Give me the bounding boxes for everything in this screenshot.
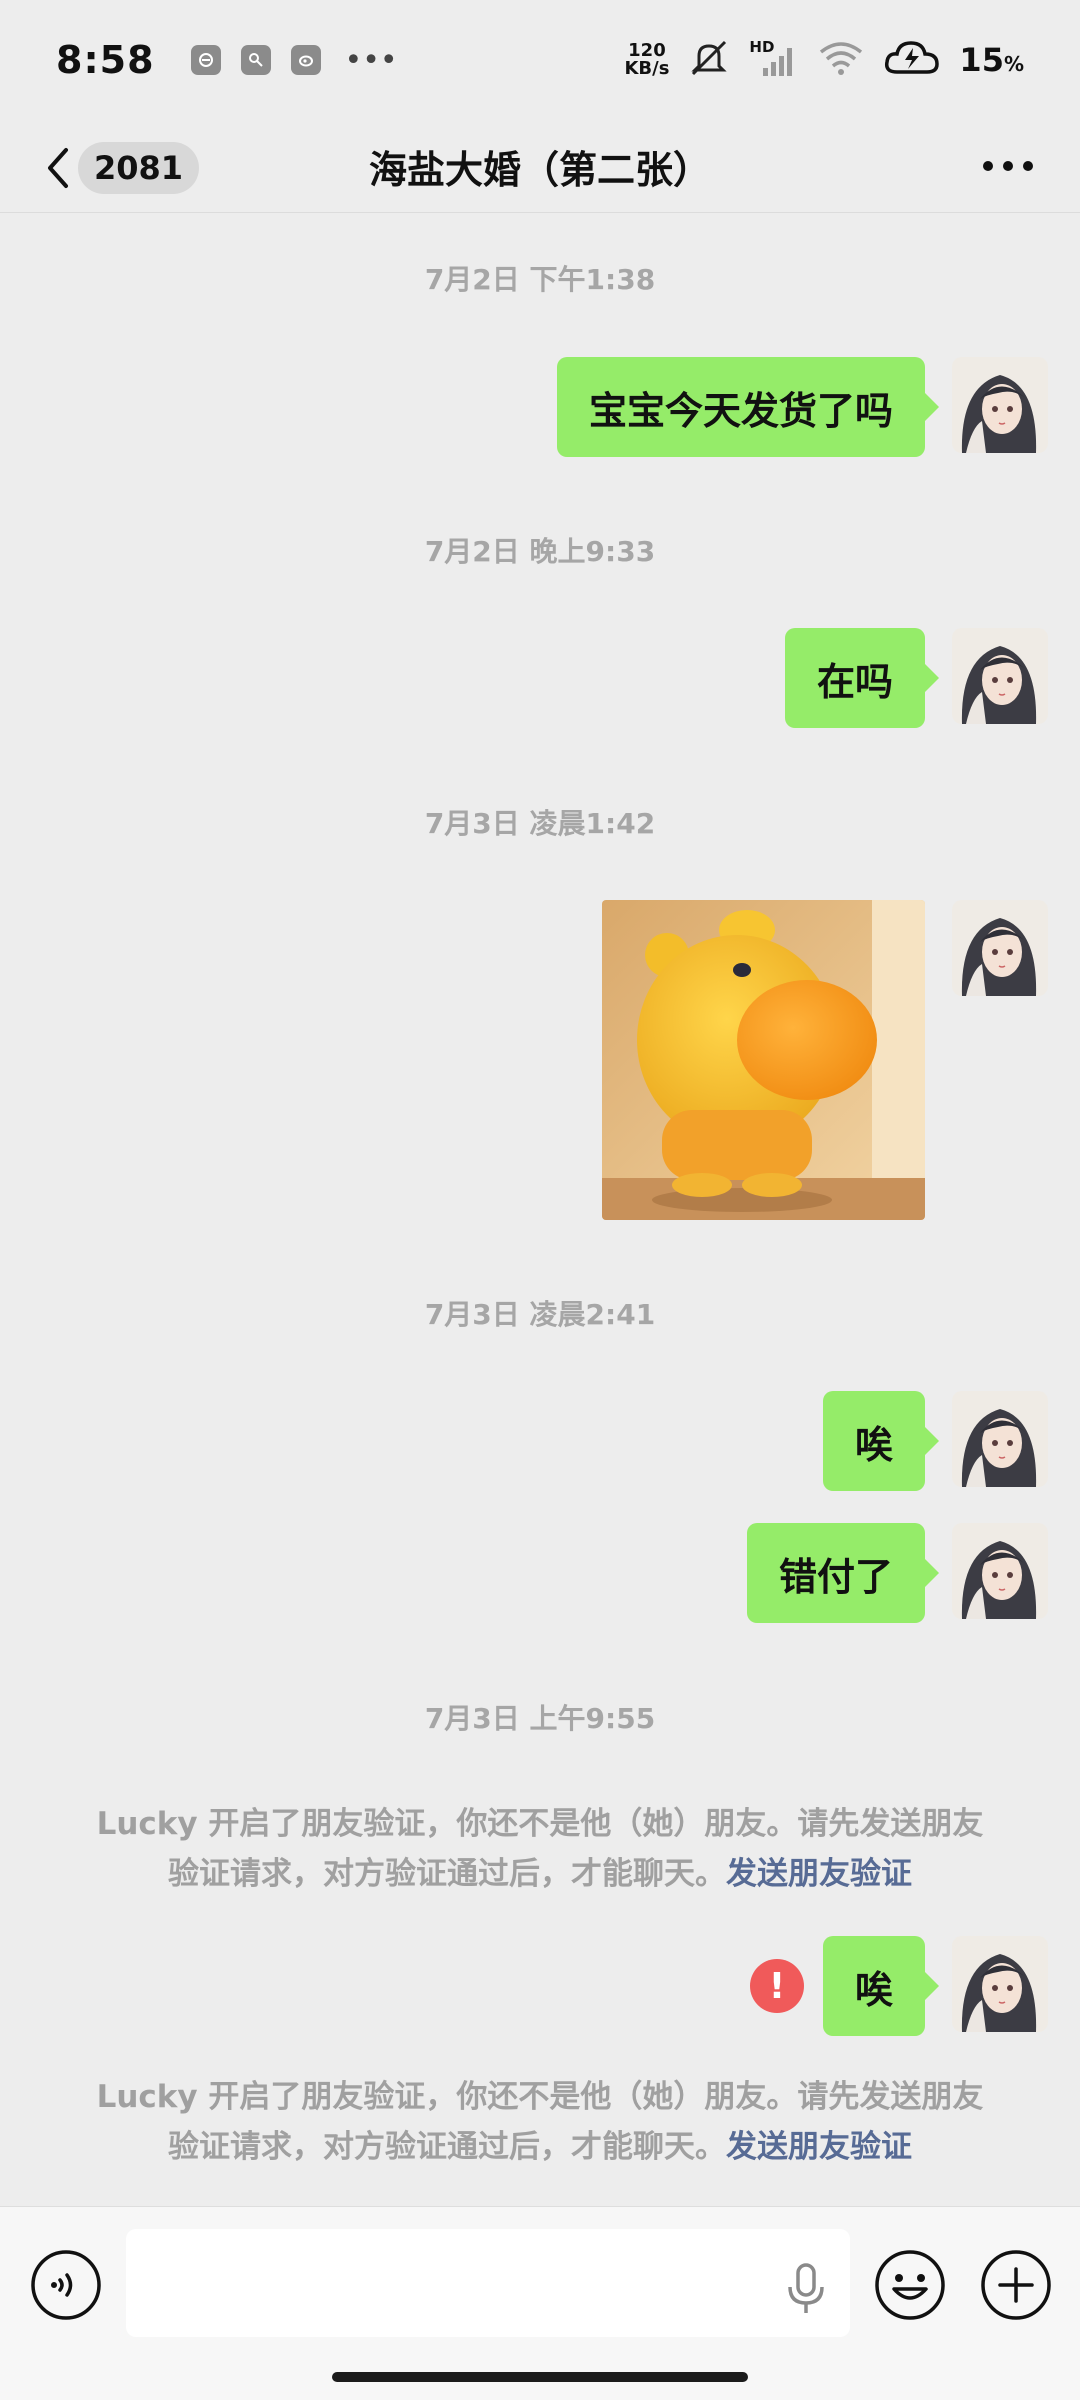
battery-unit: %: [1003, 52, 1024, 76]
send-verification-link[interactable]: 发送朋友验证: [726, 2129, 912, 2165]
system-status-icons: 120 KB/s HD 15%: [624, 38, 1024, 82]
system-notice-line1: Lucky 开启了朋友验证，你还不是他（她）朋友。请先发送朋友: [96, 1806, 984, 1842]
speed-unit: KB/s: [624, 58, 670, 79]
voice-mode-button[interactable]: [30, 2249, 102, 2321]
mic-icon: [788, 2263, 824, 2313]
wifi-icon: [817, 38, 865, 82]
mute-bell-icon: [687, 38, 731, 82]
system-notice-text: 验证请求，对方验证通过后，才能聊天。: [168, 1856, 726, 1892]
sent-message-bubble[interactable]: 唉: [822, 1391, 940, 1491]
avatar[interactable]: [952, 1391, 1048, 1487]
more-options-button[interactable]: [982, 146, 1034, 186]
battery-value: 15: [959, 41, 1004, 79]
system-notice-text: 验证请求，对方验证通过后，才能聊天。: [168, 2129, 726, 2165]
more-notifications-icon: •••: [344, 42, 398, 78]
unread-count-badge[interactable]: 2081: [78, 142, 200, 194]
system-notice: Lucky 开启了朋友验证，你还不是他（她）朋友。请先发送朋友 验证请求，对方验…: [70, 2072, 1010, 2172]
system-notice-line1: Lucky 开启了朋友验证，你还不是他（她）朋友。请先发送朋友: [96, 2079, 984, 2115]
sent-message-bubble-failed[interactable]: 唉: [822, 1936, 940, 2036]
notification-search-icon: [240, 45, 271, 75]
sticker-image: [602, 900, 925, 1220]
avatar[interactable]: [952, 1523, 1048, 1619]
avatar[interactable]: [952, 1936, 1048, 2032]
more-functions-button[interactable]: [980, 2249, 1052, 2321]
network-speed: 120 KB/s: [624, 42, 669, 78]
more-dots-icon: [983, 161, 1033, 171]
send-verification-link[interactable]: 发送朋友验证: [726, 1856, 912, 1892]
message-timestamp: 7月3日 凌晨2:41: [424, 1298, 656, 1331]
message-timestamp: 7月2日 晚上9:33: [424, 535, 656, 568]
send-failed-icon[interactable]: !: [750, 1959, 804, 2013]
sent-message-bubble[interactable]: 在吗: [784, 628, 940, 728]
notification-weibo-icon: [290, 45, 321, 75]
system-notice-line2: 验证请求，对方验证通过后，才能聊天。发送朋友验证: [70, 2122, 1010, 2172]
chat-header: 2081 海盐大婚（第二张）: [0, 120, 1080, 213]
chevron-left-icon: [48, 148, 68, 188]
status-time: 8:58: [56, 38, 155, 82]
avatar[interactable]: [952, 628, 1048, 724]
notification-app-icon: [190, 45, 221, 75]
message-input[interactable]: [126, 2229, 850, 2337]
sent-image-message[interactable]: [602, 900, 925, 1220]
message-timestamp: 7月2日 下午1:38: [424, 263, 656, 296]
plus-icon: [981, 2250, 1051, 2320]
system-notice-line2: 验证请求，对方验证通过后，才能聊天。发送朋友验证: [70, 1849, 1010, 1899]
chat-title: 海盐大婚（第二张）: [368, 147, 711, 192]
avatar[interactable]: [952, 357, 1048, 453]
home-indicator[interactable]: [332, 2372, 748, 2382]
battery-charging-icon: [883, 38, 941, 82]
signal-hd-label: HD: [749, 38, 775, 56]
emoji-button[interactable]: [874, 2249, 946, 2321]
status-bar: 8:58 ••• 120 KB/s HD 15%: [0, 0, 1080, 120]
system-notice: Lucky 开启了朋友验证，你还不是他（她）朋友。请先发送朋友 验证请求，对方验…: [70, 1799, 1010, 1899]
sent-message-bubble[interactable]: 宝宝今天发货了吗: [556, 357, 940, 457]
back-button[interactable]: [38, 144, 78, 192]
mic-button[interactable]: [784, 2261, 828, 2317]
message-timestamp: 7月3日 上午9:55: [424, 1702, 656, 1735]
chat-screen: 8:58 ••• 120 KB/s HD 15% 2081 海盐大婚（第二张） …: [0, 0, 1080, 2400]
voice-icon: [31, 2250, 101, 2320]
sent-message-bubble[interactable]: 错付了: [746, 1523, 940, 1623]
notification-icons: •••: [190, 42, 398, 78]
battery-percent: 15%: [959, 41, 1024, 79]
avatar[interactable]: [952, 900, 1048, 996]
emoji-icon: [875, 2250, 945, 2320]
message-timestamp: 7月3日 凌晨1:42: [424, 807, 656, 840]
chat-input-bar: [0, 2206, 1080, 2400]
cellular-signal-icon: HD: [749, 38, 799, 80]
